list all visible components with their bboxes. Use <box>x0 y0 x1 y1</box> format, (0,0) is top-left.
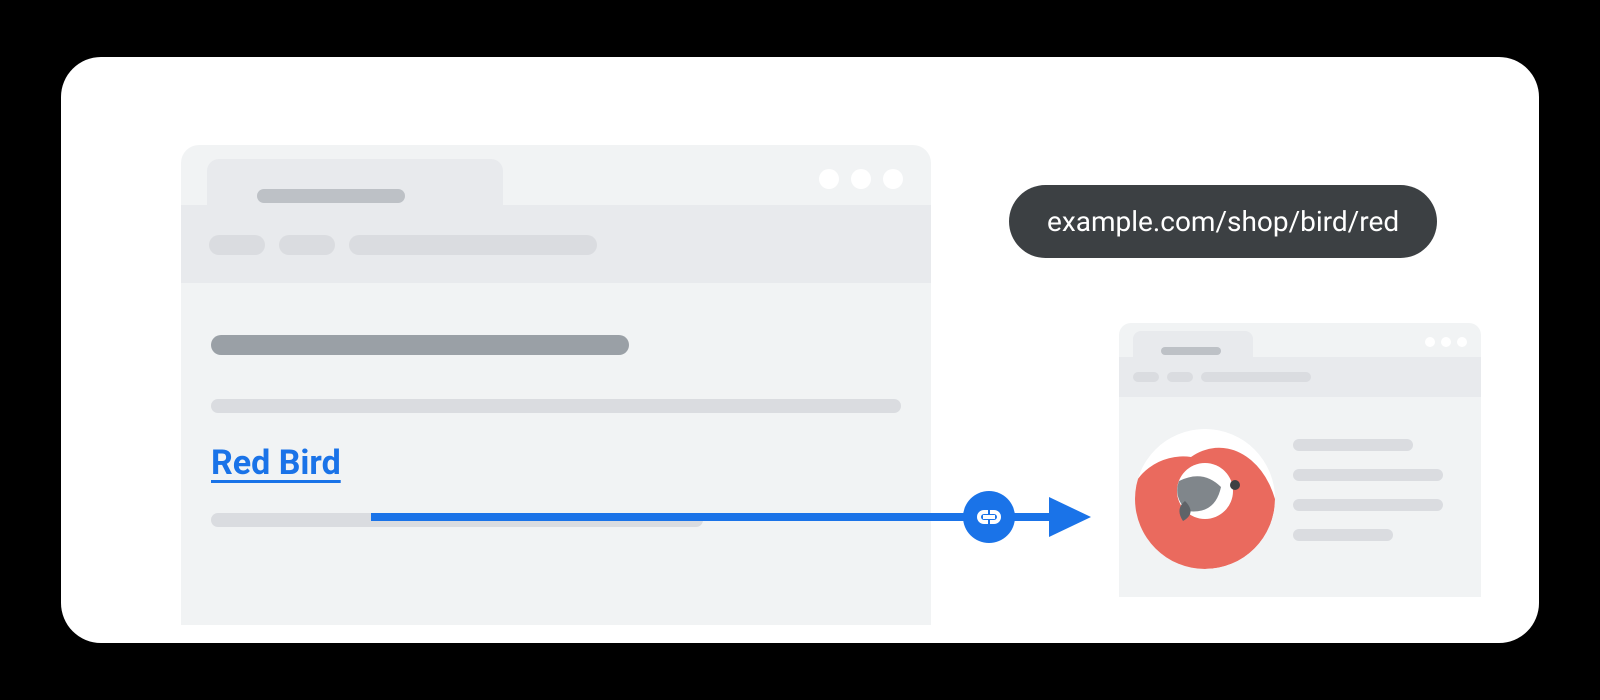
text-line-placeholder <box>1293 499 1443 511</box>
toolbar-placeholder <box>279 235 335 255</box>
window-control-dot <box>883 169 903 189</box>
text-line-placeholder <box>1293 469 1443 481</box>
destination-page-body <box>1119 413 1481 585</box>
browser-toolbar <box>181 205 931 283</box>
text-line-placeholder <box>211 399 901 413</box>
browser-tab <box>1133 331 1253 357</box>
window-control-dot <box>1425 337 1435 347</box>
product-image-avatar <box>1135 429 1275 569</box>
destination-browser-window <box>1119 323 1481 597</box>
product-details-placeholder <box>1293 429 1465 559</box>
toolbar-placeholder <box>1167 372 1193 382</box>
browser-tab <box>207 159 503 205</box>
link-icon <box>977 510 1001 524</box>
parrot-icon <box>1135 429 1275 569</box>
destination-url-text: example.com/shop/bird/red <box>1047 205 1399 238</box>
text-line-placeholder <box>211 513 703 527</box>
browser-toolbar <box>1119 357 1481 397</box>
window-controls <box>1425 337 1467 347</box>
text-line-placeholder <box>1293 529 1393 541</box>
source-browser-chrome <box>181 145 931 285</box>
window-control-dot <box>1441 337 1451 347</box>
destination-url-pill: example.com/shop/bird/red <box>1009 185 1437 258</box>
heading-placeholder <box>211 335 629 355</box>
diagram-canvas: Red Bird example.com/shop/bird/red <box>61 57 1539 643</box>
source-browser-window: Red Bird <box>181 145 931 625</box>
toolbar-placeholder <box>349 235 597 255</box>
heading-placeholder <box>1293 439 1413 451</box>
link-row: Red Bird <box>211 443 901 483</box>
toolbar-placeholder <box>1133 372 1159 382</box>
tab-title-placeholder <box>257 189 405 203</box>
anchor-link[interactable]: Red Bird <box>211 443 341 483</box>
toolbar-placeholder <box>1201 372 1311 382</box>
window-control-dot <box>819 169 839 189</box>
toolbar-placeholder <box>209 235 265 255</box>
source-page-body: Red Bird <box>181 305 931 557</box>
window-control-dot <box>851 169 871 189</box>
window-control-dot <box>1457 337 1467 347</box>
window-controls <box>819 169 903 189</box>
tab-title-placeholder <box>1161 347 1221 355</box>
